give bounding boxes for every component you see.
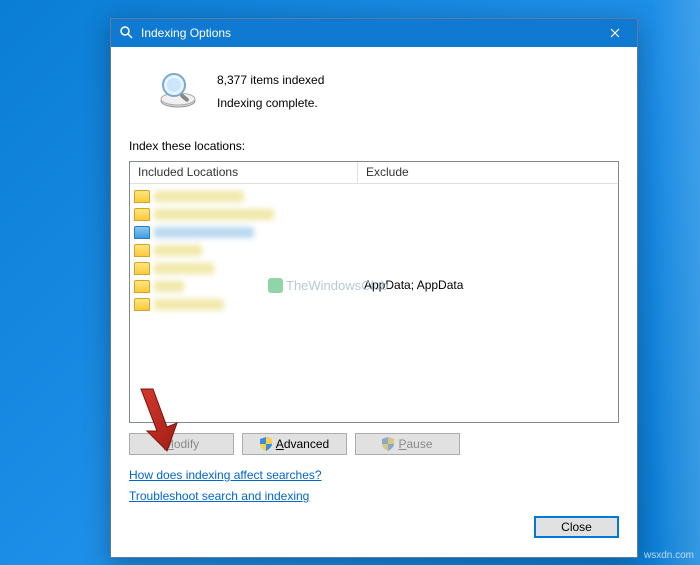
shield-icon: [382, 437, 394, 451]
modify-button[interactable]: Modify: [129, 433, 234, 455]
desktop-background-edge: [652, 0, 700, 565]
included-column: [130, 184, 358, 422]
close-button[interactable]: [593, 19, 637, 47]
locations-listbox[interactable]: Included Locations Exclude AppData; AppD…: [129, 161, 619, 423]
help-links: How does indexing affect searches? Troub…: [129, 465, 619, 508]
redacted-text: [154, 299, 224, 310]
redacted-text: [154, 281, 184, 292]
locations-label: Index these locations:: [129, 139, 619, 153]
column-header-included[interactable]: Included Locations: [130, 162, 358, 183]
shield-icon: [260, 437, 272, 451]
window-title: Indexing Options: [141, 26, 593, 40]
redacted-text: [154, 245, 202, 256]
locations-header: Included Locations Exclude: [130, 162, 618, 184]
close-main-button[interactable]: Close: [534, 516, 619, 538]
folder-icon: [134, 280, 150, 293]
troubleshoot-link[interactable]: Troubleshoot search and indexing: [129, 486, 619, 508]
folder-icon: [134, 244, 150, 257]
list-item[interactable]: [134, 206, 358, 224]
redacted-text: [154, 263, 214, 274]
redacted-text: [154, 191, 244, 202]
magnifier-icon: [157, 69, 199, 111]
column-header-exclude[interactable]: Exclude: [358, 162, 618, 183]
list-item[interactable]: [134, 278, 358, 296]
folder-icon: [134, 262, 150, 275]
folder-icon: [134, 208, 150, 221]
indexing-options-dialog: Indexing Options 8,377 items indexed: [110, 18, 638, 558]
indexing-status: Indexing complete.: [217, 92, 324, 115]
close-icon: [610, 28, 620, 38]
exclude-column: AppData; AppData: [358, 184, 618, 422]
source-watermark: wsxdn.com: [644, 550, 694, 561]
button-row: Modify Advanced Pause: [129, 433, 619, 455]
list-item[interactable]: [134, 242, 358, 260]
list-item[interactable]: [134, 296, 358, 314]
list-item[interactable]: [134, 188, 358, 206]
folder-icon: [134, 190, 150, 203]
folder-icon: [134, 298, 150, 311]
pause-button[interactable]: Pause: [355, 433, 460, 455]
help-link-indexing[interactable]: How does indexing affect searches?: [129, 465, 619, 487]
redacted-text: [154, 209, 274, 220]
titlebar: Indexing Options: [111, 19, 637, 47]
list-item[interactable]: [134, 260, 358, 278]
status-row: 8,377 items indexed Indexing complete.: [129, 59, 619, 133]
exclude-value: AppData; AppData: [362, 278, 618, 292]
search-index-icon: [119, 25, 135, 41]
dialog-content: 8,377 items indexed Indexing complete. I…: [111, 47, 637, 550]
redacted-text: [154, 227, 254, 238]
advanced-button[interactable]: Advanced: [242, 433, 347, 455]
list-item[interactable]: [134, 224, 358, 242]
items-indexed-count: 8,377 items indexed: [217, 69, 324, 92]
folder-icon: [134, 226, 150, 239]
